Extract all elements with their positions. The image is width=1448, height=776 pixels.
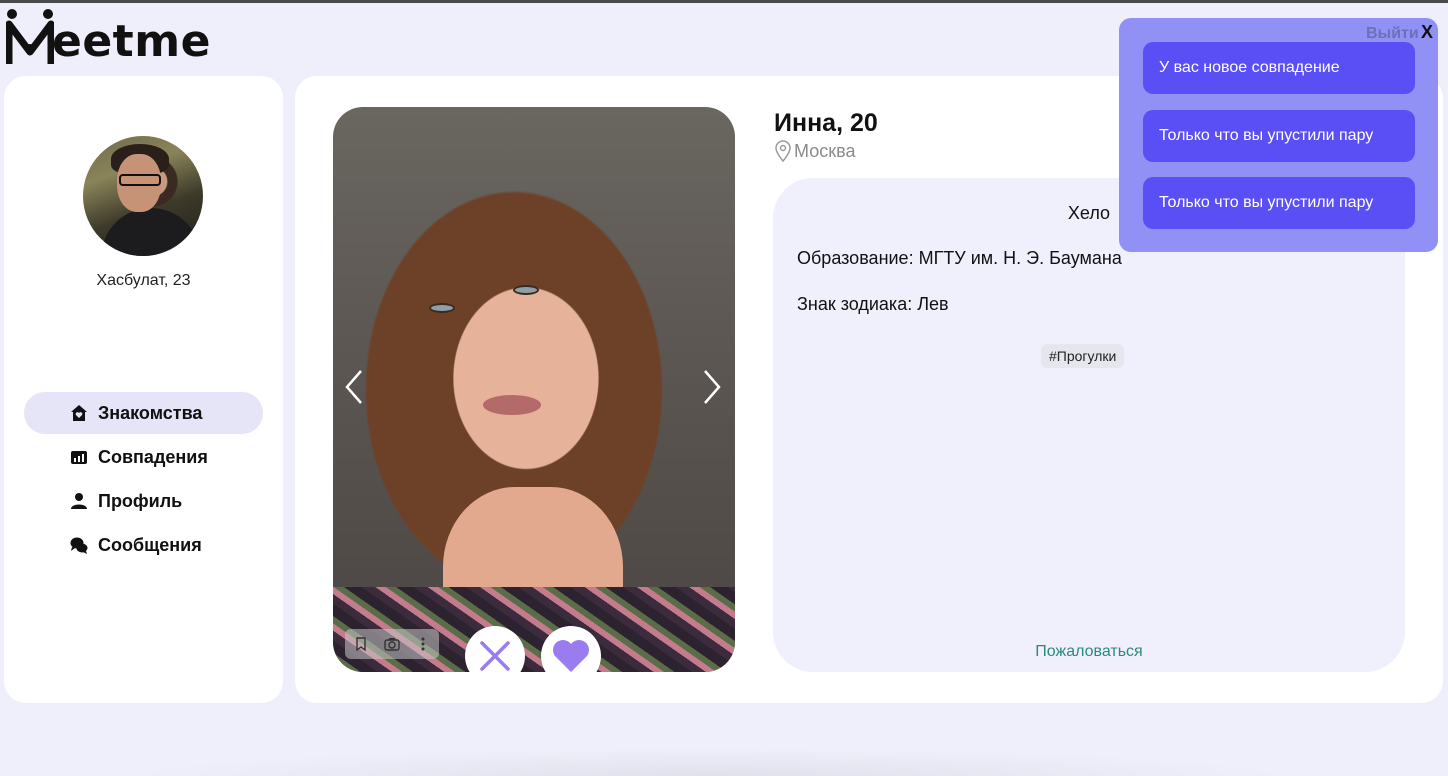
sidebar-item-label: Сообщения — [98, 534, 202, 555]
profile-city: Москва — [794, 140, 856, 161]
profile-name: Инна, 20 — [774, 109, 878, 137]
next-photo-button[interactable] — [701, 369, 723, 405]
home-heart-icon — [71, 405, 87, 421]
profile-photo[interactable] — [333, 107, 735, 672]
sidebar-item-messages[interactable]: Сообщения — [24, 524, 263, 566]
user-icon — [71, 493, 87, 509]
heart-icon — [553, 640, 589, 672]
profile-info-card: Хело Образование: МГТУ им. Н. Э. Баумана… — [773, 178, 1405, 672]
user-avatar[interactable] — [83, 136, 203, 256]
report-link[interactable]: Пожаловаться — [773, 643, 1405, 661]
notifications-panel: У вас новое совпадение Только что вы упу… — [1119, 18, 1438, 252]
notification-item[interactable]: Только что вы упустили пару — [1143, 177, 1415, 229]
more-vertical-icon[interactable] — [415, 636, 431, 652]
chat-icon — [70, 537, 88, 554]
image-toolbar — [345, 629, 439, 659]
chart-icon — [71, 451, 87, 464]
bookmark-icon[interactable] — [353, 636, 369, 652]
app-logo[interactable]: eetme — [6, 4, 211, 66]
interest-tag: #Прогулки — [1041, 344, 1125, 368]
chevron-left-icon — [345, 370, 362, 404]
logo-text: eetme — [52, 16, 211, 67]
sidebar-item-label: Знакомства — [98, 402, 203, 423]
chevron-right-icon — [704, 370, 721, 404]
window-top-border — [0, 0, 1448, 3]
notification-item[interactable]: У вас новое совпадение — [1143, 42, 1415, 94]
logout-button[interactable]: Выйти — [1366, 25, 1419, 43]
sidebar: Хасбулат, 23 Знакомства Совпадения Профи… — [4, 76, 283, 703]
sidebar-item-profile[interactable]: Профиль — [24, 480, 263, 522]
close-notifications-button[interactable]: X — [1421, 22, 1433, 43]
close-icon — [480, 641, 510, 671]
sidebar-nav: Знакомства Совпадения Профиль Сообщения — [24, 392, 263, 568]
sidebar-item-label: Совпадения — [98, 446, 208, 467]
sidebar-item-matches[interactable]: Совпадения — [24, 436, 263, 478]
profile-location: Москва — [774, 140, 855, 162]
profile-zodiac: Знак зодиака: Лев — [797, 294, 949, 314]
sidebar-item-label: Профиль — [98, 490, 183, 511]
logo-m-icon — [6, 8, 54, 66]
profile-education: Образование: МГТУ им. Н. Э. Баумана — [797, 248, 1122, 268]
page-shadow — [120, 748, 1300, 776]
notification-item[interactable]: Только что вы упустили пару — [1143, 110, 1415, 162]
camera-icon[interactable] — [384, 636, 400, 652]
location-pin-icon — [775, 140, 791, 162]
user-name: Хасбулат, 23 — [96, 272, 191, 289]
prev-photo-button[interactable] — [343, 369, 365, 405]
sidebar-item-dating[interactable]: Знакомства — [24, 392, 263, 434]
